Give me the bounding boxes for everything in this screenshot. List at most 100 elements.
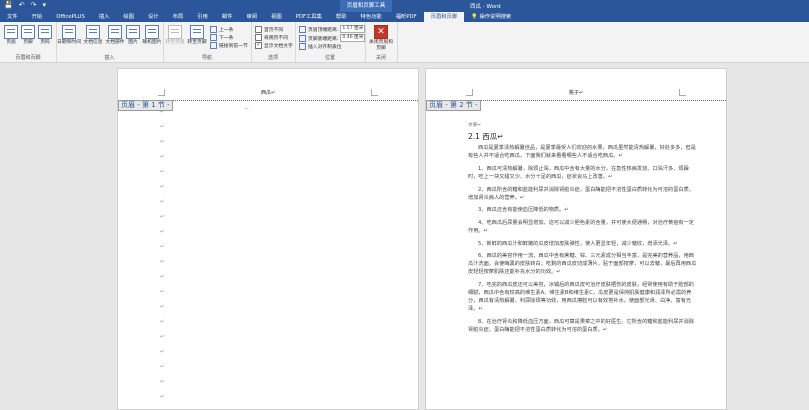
date-time-label: 日期和时间 [57, 40, 81, 45]
tab-help[interactable]: 帮助 [329, 12, 354, 22]
next-icon [210, 34, 217, 41]
margin-corner [466, 89, 473, 96]
link-previous-label: 链接到前一节 [219, 44, 248, 49]
close-header-footer-label: 关闭页眉和页脚 [369, 40, 393, 51]
customize-qa-icon[interactable]: ▾ [42, 1, 46, 9]
context-tab-title: 页眉和页脚工具 [340, 0, 392, 12]
body-paragraph: 1、西瓜可清热解暑，除烦止渴，西瓜中含有大量的水分，在急性热病发烧、口渴汗多、烦… [468, 165, 689, 180]
page-number-button[interactable]: 页码 [36, 25, 54, 46]
online-pictures-button[interactable]: 联机图片 [141, 25, 163, 46]
paragraph-mark: ↵ [160, 199, 165, 205]
next-button[interactable]: 下一条 [210, 34, 233, 41]
undo-icon[interactable]: ↶ [19, 1, 25, 9]
tab-references[interactable]: 引用 [190, 12, 215, 22]
tab-features[interactable]: 特色功能 [354, 12, 389, 22]
header-button[interactable]: 页眉 [2, 25, 20, 46]
previous-button[interactable]: 上一条 [210, 26, 233, 33]
document-body[interactable]: 水果↵ 2.1 西瓜↵ 西瓜是夏季清热解暑佳品，是夏季最受人们欢迎的水果，西瓜虽… [468, 122, 698, 338]
tab-view[interactable]: 视图 [264, 12, 289, 22]
document-workspace[interactable]: 西瓜↵ 页眉 - 第 1 节 - ⌐ ↵ ↵ ↵ ↵ ↵ ↵ ↵ ↵ ↵ ↵ ↵… [0, 63, 809, 410]
header-section-tag: 页眉 - 第 1 节 - [118, 100, 173, 111]
footer-bottom-label: 页脚底端距离: [308, 36, 339, 42]
header-top-input[interactable]: 1.57 厘米 [340, 25, 366, 33]
body-paragraph: 西瓜是夏季清热解暑佳品，是夏季最受人们欢迎的水果，西瓜虽然能清热解暑，好处多多，… [468, 145, 696, 160]
goto-header-button[interactable]: 转至页眉 [164, 25, 186, 46]
tab-foxit-pdf[interactable]: 福昕PDF [389, 12, 424, 22]
tab-home[interactable]: 开始 [25, 12, 50, 22]
close-icon: ✕ [374, 25, 388, 39]
insert-align-tab-button[interactable]: 插入对齐制表位 [299, 43, 342, 50]
paragraph-mark: ↵ [160, 394, 165, 400]
header-top-icon [299, 25, 306, 33]
paragraph-mark: ↵ [160, 109, 165, 115]
diff-odd-even-check-box [255, 34, 262, 41]
tab-file[interactable]: 文件 [0, 12, 25, 22]
redo-icon[interactable]: ↷ [31, 1, 37, 9]
diff-odd-even-label: 奇偶页不同 [264, 36, 288, 41]
paragraph-mark: ↵ [160, 349, 165, 355]
group-label-close: 关闭 [375, 55, 386, 61]
header-text[interactable]: 桃子↵ [569, 89, 583, 96]
header-top-label: 页眉顶端距离: [308, 27, 339, 33]
page-right[interactable]: 桃子↵ 页眉 - 第 2 节 - 水果↵ 2.1 西瓜↵ 西瓜是夏季清热解暑佳品… [425, 68, 727, 410]
body-heading: 2.1 西瓜↵ [468, 132, 504, 142]
group-header-footer: 页眉 页脚 页码 页眉和页脚 [0, 22, 57, 62]
tab-review[interactable]: 审阅 [239, 12, 264, 22]
paragraph-mark: ↵ [160, 124, 165, 130]
goto-footer-icon [190, 25, 204, 39]
paragraph-mark: ↵ [160, 229, 165, 235]
title-bar: 💾 ↶ ↷ ▾ 页眉和页脚工具 西瓜 - Word [0, 0, 809, 12]
page-left[interactable]: 西瓜↵ 页眉 - 第 1 节 - ⌐ ↵ ↵ ↵ ↵ ↵ ↵ ↵ ↵ ↵ ↵ ↵… [117, 68, 419, 410]
group-options: 首页不同 奇偶页不同 ✓ 显示文档文字 选项 [251, 22, 296, 62]
footer-bottom-input[interactable]: 0.46 厘米 [340, 34, 366, 42]
page-number-label: 页码 [40, 40, 50, 45]
show-doc-text-checkbox[interactable]: ✓ 显示文档文字 [255, 42, 293, 49]
pictures-button[interactable]: 图片 [124, 25, 142, 46]
group-close: ✕ 关闭页眉和页脚 关闭 [365, 22, 398, 62]
header-text[interactable]: 西瓜↵ [261, 89, 275, 96]
show-doc-text-label: 显示文档文字 [264, 44, 293, 49]
group-label-navigation: 导航 [201, 55, 212, 61]
paragraph-mark: ↵ [160, 184, 165, 190]
footer-button[interactable]: 页脚 [19, 25, 37, 46]
goto-header-icon [168, 25, 182, 39]
tab-officeplus[interactable]: OfficePLUS [49, 12, 92, 22]
paragraph-mark: ↵ [160, 319, 165, 325]
paragraph-mark: ↵ [160, 334, 165, 340]
margin-corner [371, 89, 378, 96]
doc-parts-button[interactable]: 文档部件 [104, 25, 126, 46]
paragraph-mark: ↵ [160, 289, 165, 295]
header-section-tag: 页眉 - 第 2 节 - [426, 100, 481, 111]
tab-mailings[interactable]: 邮件 [215, 12, 240, 22]
paragraph-mark: ↵ [160, 244, 165, 250]
tab-draw[interactable]: 绘图 [116, 12, 141, 22]
diff-first-page-checkbox[interactable]: 首页不同 [255, 26, 283, 33]
tab-pdf-tools[interactable]: PDF工具集 [289, 12, 329, 22]
tab-header-footer[interactable]: 页眉和页脚 [423, 12, 465, 22]
tell-me-search[interactable]: 💡 操作说明搜索 [464, 12, 518, 22]
tab-design[interactable]: 设计 [141, 12, 166, 22]
group-label-options: 选项 [267, 55, 278, 61]
paragraph-mark: ↵ [160, 139, 165, 145]
previous-label: 上一条 [219, 28, 234, 33]
goto-footer-label: 转至页脚 [187, 40, 207, 45]
header-button-label: 页眉 [6, 40, 16, 45]
link-previous-button[interactable]: 链接到前一节 [210, 42, 248, 49]
body-paragraph: 2、西瓜所含的糖和盐能利尿并消除肾脏炎症，蛋白酶能把不溶性蛋白质转化为可溶的蛋白… [468, 186, 694, 201]
body-line-category: 水果↵ [468, 123, 482, 128]
date-time-button[interactable]: 日期和时间 [57, 25, 81, 46]
doc-info-button[interactable]: 文档信息 [82, 25, 104, 46]
footer-bottom-distance: 页脚底端距离: 0.46 厘米 [299, 34, 366, 42]
body-paragraph: 6、西瓜的美容作用一流，西瓜中含有蔗糖、锌、三元素成分相当丰富，是完美的营养品，… [468, 253, 697, 276]
pictures-label: 图片 [128, 40, 138, 45]
goto-footer-button[interactable]: 转至页脚 [186, 25, 208, 46]
tab-layout[interactable]: 布局 [166, 12, 191, 22]
margin-corner [679, 89, 686, 96]
save-icon[interactable]: 💾 [4, 1, 13, 9]
paragraph-mark: ↵ [160, 154, 165, 160]
tab-insert[interactable]: 插入 [92, 12, 117, 22]
group-label-insert: 插入 [104, 55, 115, 61]
close-header-footer-button[interactable]: ✕ 关闭页眉和页脚 [367, 25, 395, 51]
diff-odd-even-checkbox[interactable]: 奇偶页不同 [255, 34, 288, 41]
calendar-icon [62, 25, 76, 39]
